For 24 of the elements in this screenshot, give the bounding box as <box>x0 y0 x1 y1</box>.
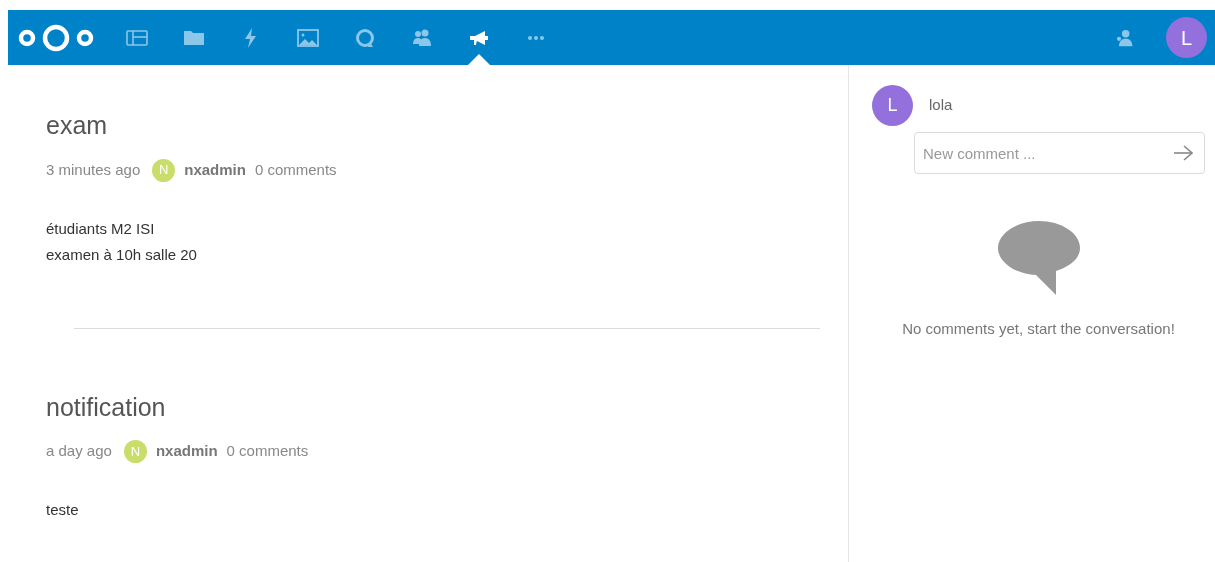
post-text: étudiants M2 ISI <box>46 218 156 239</box>
more-icon <box>527 35 544 40</box>
avatar: N <box>123 440 147 463</box>
active-indicator-icon <box>467 54 490 65</box>
speech-bubble-icon <box>996 220 1081 296</box>
post-time: 3 minutes ago <box>46 159 141 180</box>
comment-count[interactable]: 0 comments <box>254 158 337 182</box>
contacts-icon[interactable] <box>1114 27 1134 48</box>
comment-count[interactable]: 0 comments <box>226 440 309 463</box>
post-text: teste <box>46 500 80 520</box>
post-time: a day ago <box>46 441 112 462</box>
user-avatar[interactable]: L <box>1166 17 1207 58</box>
author-name[interactable]: nxadmin <box>155 440 218 463</box>
send-arrow-icon[interactable] <box>1173 145 1193 161</box>
avatar: L <box>872 85 913 126</box>
logo-icon <box>16 22 96 53</box>
comment-field[interactable]: New comment ... <box>914 132 1205 174</box>
post-title: notification <box>46 391 167 423</box>
post-text: examen à 10h salle 20 <box>46 244 198 265</box>
empty-message: No comments yet, start the conversation! <box>902 319 1175 339</box>
user-name: lola <box>929 95 953 116</box>
post-title: exam <box>46 110 109 141</box>
avatar: N <box>152 158 176 182</box>
author-name[interactable]: nxadmin <box>184 158 246 182</box>
